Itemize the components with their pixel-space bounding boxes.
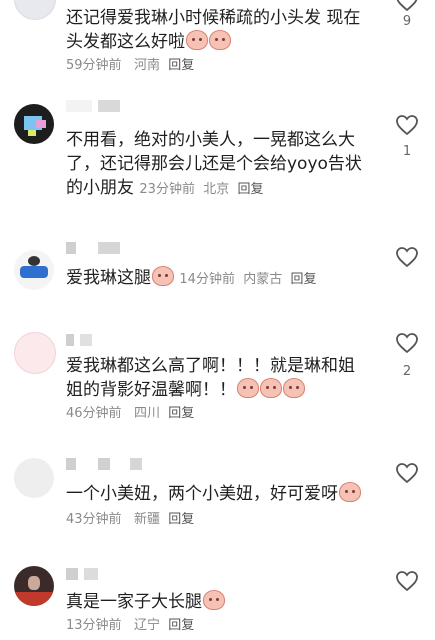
heart-icon: [396, 333, 418, 354]
reply-button[interactable]: 回复: [238, 182, 264, 197]
comment-time: 13分钟前: [66, 618, 122, 633]
comment-meta: 23分钟前 北京 回复: [139, 182, 263, 197]
username[interactable]: [66, 568, 98, 580]
comment-meta: 59分钟前 河南 回复: [66, 54, 194, 73]
comment-meta: 13分钟前 辽宁 回复: [66, 614, 194, 633]
like-count: 1: [402, 144, 412, 159]
comment-time: 46分钟前: [66, 406, 122, 421]
comment-text: 还记得爱我琳小时候稀疏的小头发 现在头发都这么好啦: [66, 6, 366, 54]
reply-button[interactable]: 回复: [291, 272, 317, 287]
user-avatar[interactable]: [14, 0, 56, 20]
comment-text: 爱我琳这腿 14分钟前 内蒙古 回复: [66, 266, 366, 292]
user-avatar[interactable]: [14, 332, 56, 374]
user-avatar[interactable]: [14, 104, 54, 144]
comment-meta: 43分钟前 新疆 回复: [66, 508, 194, 527]
comment-body: 真是一家子大长腿: [66, 592, 202, 612]
comment-text: 一个小美妞，两个小美妞，好可爱呀: [66, 482, 366, 506]
emoji-icon: [186, 30, 208, 50]
heart-icon: [396, 0, 418, 12]
emoji-icon: [260, 378, 282, 398]
comment-time: 23分钟前: [139, 182, 195, 197]
like-count: 2: [402, 364, 412, 379]
comment-time: 14分钟前: [179, 272, 235, 287]
heart-icon: [396, 247, 418, 268]
comment-time: 43分钟前: [66, 512, 122, 527]
comment-location: 北京: [203, 182, 230, 197]
comment-body: 一个小美妞，两个小美妞，好可爱呀: [66, 484, 338, 504]
comment-text: 爱我琳都这么高了啊！！！就是琳和姐姐的背影好温馨啊！！: [66, 354, 366, 402]
comment-body: 爱我琳都这么高了啊！！！就是琳和姐姐的背影好温馨啊！！: [66, 356, 355, 400]
heart-icon: [396, 463, 418, 484]
reply-button[interactable]: 回复: [168, 618, 194, 633]
reply-button[interactable]: 回复: [168, 512, 194, 527]
comment-time: 59分钟前: [66, 58, 122, 73]
emoji-icon: [209, 30, 231, 50]
comment-location: 四川: [133, 406, 160, 421]
username[interactable]: [66, 242, 120, 254]
comment-body: 爱我琳这腿: [66, 268, 151, 288]
comment-location: 辽宁: [133, 618, 160, 633]
emoji-icon: [237, 378, 259, 398]
comment-text: 真是一家子大长腿: [66, 590, 366, 614]
like-button[interactable]: [391, 246, 423, 268]
like-button[interactable]: 1: [391, 114, 423, 159]
heart-icon: [396, 571, 418, 592]
like-count: 9: [402, 14, 412, 29]
username[interactable]: [66, 100, 120, 112]
emoji-icon: [339, 482, 361, 502]
comment-location: 河南: [133, 58, 160, 73]
comment-text: 不用看，绝对的小美人，一晃都这么大了，还记得那会儿还是个会给yoyo告状的小朋友…: [66, 128, 366, 202]
username[interactable]: [66, 334, 92, 346]
reply-button[interactable]: 回复: [168, 406, 194, 421]
comment-meta: 46分钟前 四川 回复: [66, 402, 194, 421]
like-button[interactable]: [391, 462, 423, 484]
like-button[interactable]: 2: [391, 332, 423, 379]
like-button[interactable]: 9: [391, 0, 423, 29]
emoji-icon: [203, 590, 225, 610]
user-avatar[interactable]: [14, 566, 54, 606]
user-avatar[interactable]: [14, 250, 54, 290]
comment-meta: 14分钟前 内蒙古 回复: [179, 272, 316, 287]
comment-location: 新疆: [133, 512, 160, 527]
emoji-icon: [152, 266, 174, 286]
emoji-icon: [283, 378, 305, 398]
comment-location: 内蒙古: [243, 272, 283, 287]
like-button[interactable]: [391, 570, 423, 592]
heart-icon: [396, 115, 418, 136]
reply-button[interactable]: 回复: [168, 58, 194, 73]
user-avatar[interactable]: [14, 458, 54, 498]
username[interactable]: [66, 458, 142, 470]
